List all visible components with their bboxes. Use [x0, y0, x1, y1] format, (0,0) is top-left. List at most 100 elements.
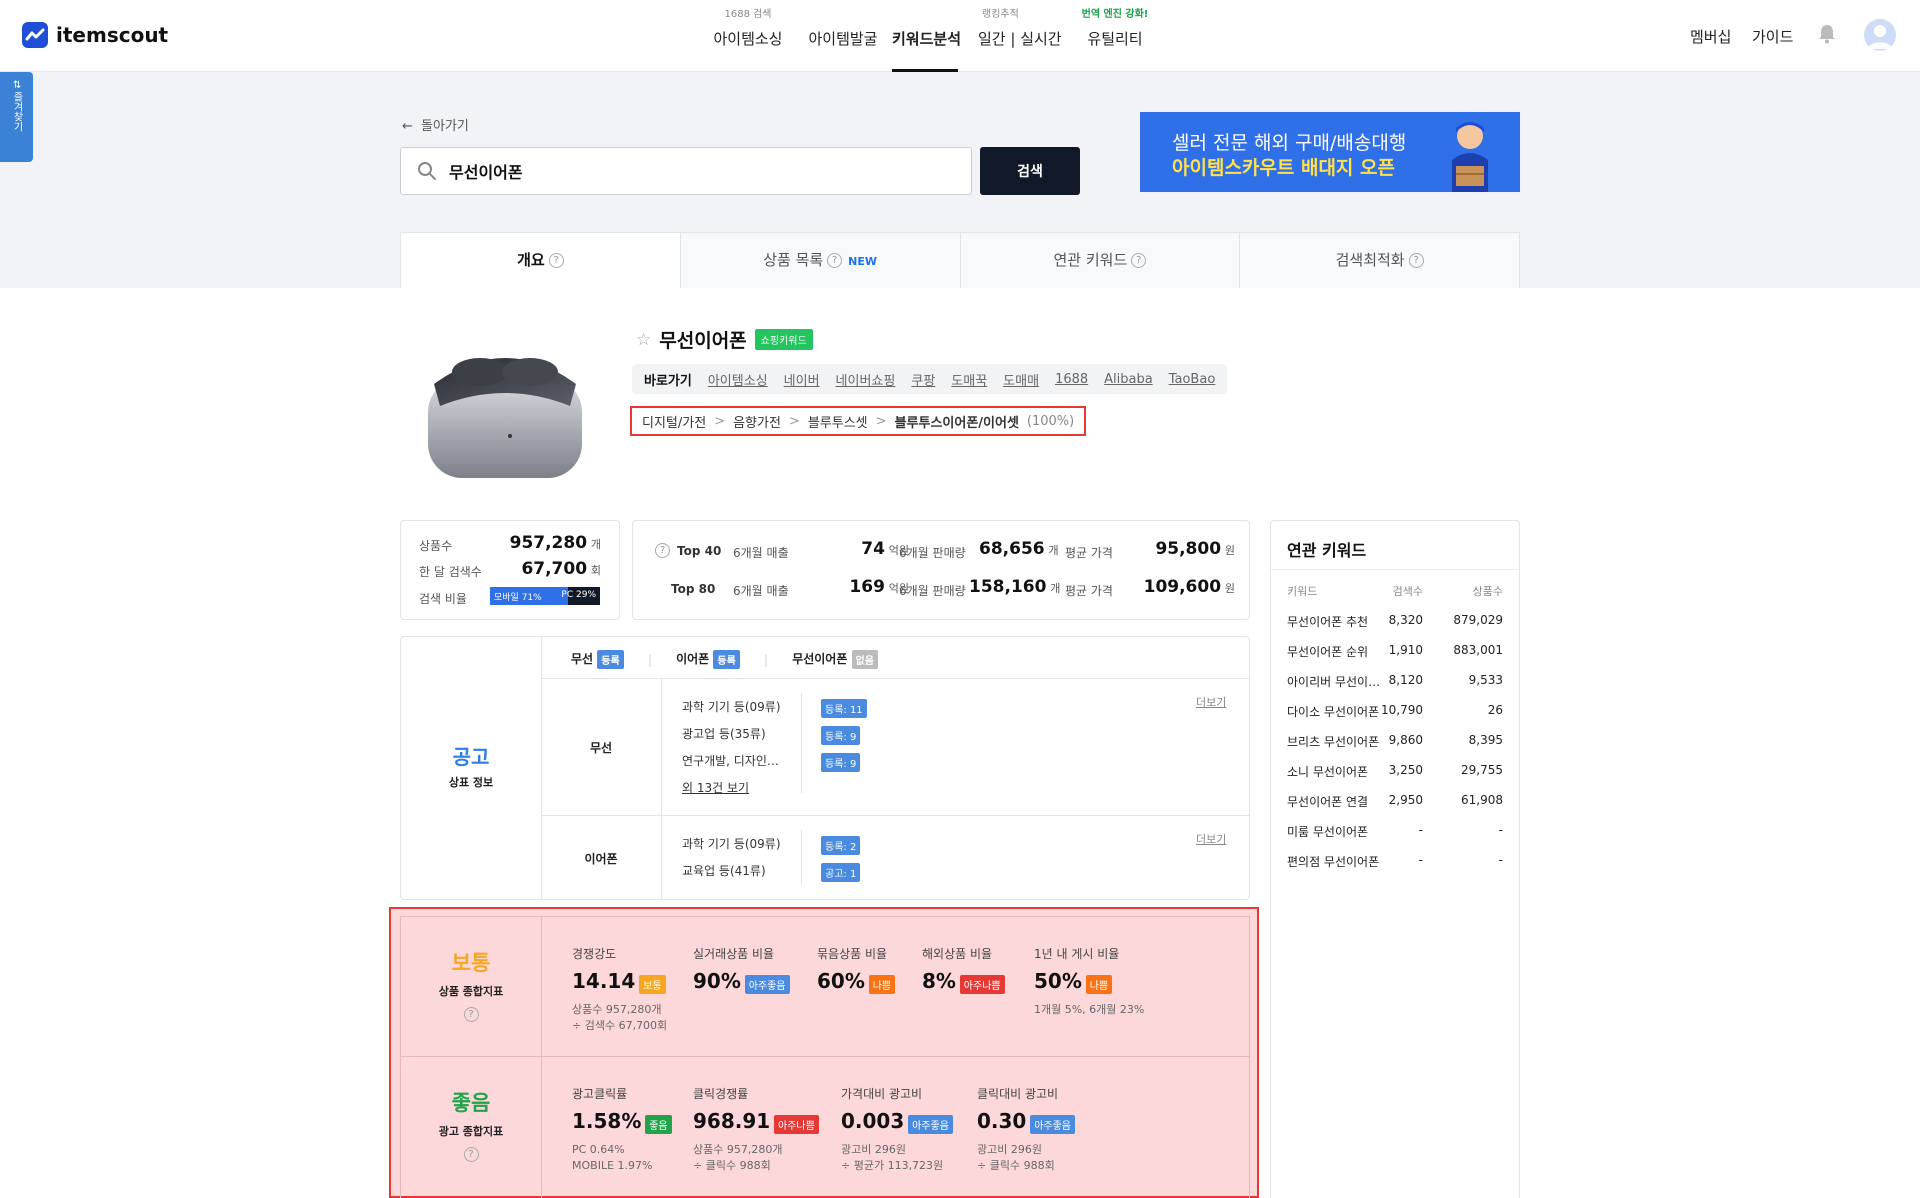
product-index-title: 상품 종합지표 [438, 985, 504, 998]
related-keyword: 미룸 무선이어폰 [1287, 825, 1369, 839]
banner-line1: 셀러 전문 해외 구매/배송대행 [1172, 132, 1407, 154]
divider: | [763, 652, 769, 667]
back-link[interactable]: ← 돌아가기 [402, 115, 469, 134]
nav-sub-label [802, 8, 884, 22]
help-icon[interactable]: ? [1131, 253, 1147, 268]
class-name: 광고업 등(35류) [682, 727, 766, 741]
related-search: 1,910 [1388, 643, 1423, 657]
favorites-tab[interactable]: ⇄ 즐겨찾기 [0, 72, 33, 162]
category-level-2[interactable]: 음향가전 [733, 412, 781, 431]
count-tag: 등록: 11 [821, 699, 867, 718]
metric-click-adcost: 클릭대비 광고비 0.30 아주좋음 광고비 296원 ÷ 클릭수 988회 [977, 1085, 1075, 1174]
nav-label: 아이템소싱 [713, 30, 783, 48]
nav-item-utility[interactable]: 번역 엔진 강화! 유틸리티 [1080, 8, 1150, 72]
nav-item-sourcing[interactable]: 1688 검색 아이템소싱 [708, 8, 788, 72]
trademark-word[interactable]: 무선이어폰 없음 [792, 650, 878, 669]
monthly-search-label: 한 달 검색수 [419, 565, 482, 579]
revenue-label: 6개월 매출 [733, 546, 789, 560]
shortcut-naver[interactable]: 네이버 [784, 370, 820, 389]
search-input[interactable] [449, 160, 949, 182]
trademark-word[interactable]: 무선 등록 [571, 650, 624, 669]
search-button[interactable]: 검색 [980, 147, 1080, 195]
view-more-link[interactable]: 외 13건 보기 [682, 779, 749, 796]
ad-banner[interactable]: 셀러 전문 해외 구매/배송대행 아이템스카우트 배대지 오픈 [1140, 112, 1520, 192]
category-level-1[interactable]: 디지털/가전 [642, 412, 706, 431]
pc-ratio-label: PC 29% [561, 590, 596, 600]
shortcut-taobao[interactable]: TaoBao [1169, 372, 1216, 387]
nav-item-ranking[interactable]: 랭킹추적 일간 | 실시간 [978, 8, 1062, 72]
revenue-label: 6개월 매출 [733, 584, 789, 598]
shortcut-naver-shopping[interactable]: 네이버쇼핑 [836, 370, 896, 389]
help-icon[interactable]: ? [463, 1007, 479, 1022]
logo[interactable]: itemscout [22, 22, 168, 48]
shortcut-domeme[interactable]: 도매매 [1003, 370, 1039, 389]
tab-related-keywords[interactable]: 연관 키워드? [960, 233, 1241, 288]
bell-icon[interactable] [1818, 24, 1836, 44]
top80-label: Top 80 [671, 582, 716, 596]
category-level-4[interactable]: 블루투스이어폰/이어셋 [895, 412, 1019, 431]
products-value: 957,280 [509, 533, 588, 553]
tab-overview[interactable]: 개요? [401, 233, 681, 288]
shortcut-domeggook[interactable]: 도매꾹 [951, 370, 987, 389]
shortcut-coupang[interactable]: 쿠팡 [911, 370, 935, 389]
product-grade: 보통 [451, 951, 491, 975]
tab-label: 연관 키워드 [1053, 251, 1128, 269]
nav-sub-label: 번역 엔진 강화! [1081, 9, 1149, 20]
tab-product-list[interactable]: 상품 목록? NEW [680, 233, 961, 288]
related-keyword: 브리츠 무선이어폰 [1287, 735, 1380, 749]
sales-group: 158,160 개 [969, 577, 1060, 597]
category-separator: > [788, 413, 800, 429]
guide-link[interactable]: 가이드 [1752, 26, 1793, 47]
tab-seo[interactable]: 검색최적화? [1240, 233, 1519, 288]
banner-line2: 아이템스카우트 배대지 오픈 [1172, 157, 1395, 179]
nav-item-discovery[interactable]: 아이템발굴 [802, 8, 884, 72]
star-icon[interactable]: ☆ [636, 330, 651, 350]
top80-revenue: 169 [849, 577, 885, 597]
more-link[interactable]: 더보기 [1196, 694, 1226, 710]
col-keyword: 키워드 [1287, 585, 1318, 598]
registered-tag: 등록 [597, 650, 624, 669]
count-tag: 등록: 9 [821, 753, 861, 772]
price-unit: 원 [1224, 544, 1235, 557]
more-link[interactable]: 더보기 [1196, 831, 1226, 847]
monthly-search-unit: 회 [590, 564, 601, 577]
category-level-3[interactable]: 블루투스셋 [808, 412, 868, 431]
shortcut-itemsourcing[interactable]: 아이템소싱 [708, 370, 768, 389]
related-products: 61,908 [1461, 793, 1503, 807]
metric-label: 묶음상품 비율 [817, 947, 888, 961]
related-keyword: 아이리버 무선이… [1287, 675, 1381, 689]
shortcut-1688[interactable]: 1688 [1055, 372, 1088, 387]
membership-link[interactable]: 멤버십 [1690, 26, 1731, 47]
revenue-group: 74 억원 [829, 539, 909, 559]
price-label: 평균 가격 [1065, 584, 1113, 598]
divider [541, 917, 542, 1198]
metric-grade-tag: 좋음 [645, 1115, 672, 1134]
sales-unit: 개 [1050, 582, 1061, 595]
divider: | [647, 652, 653, 667]
help-icon[interactable]: ? [548, 253, 564, 268]
metric-value: 1.58% [572, 1109, 642, 1133]
help-icon[interactable]: ? [463, 1147, 479, 1162]
count-tag: 공고: 1 [821, 863, 861, 882]
top40-sales: 68,656 [979, 539, 1045, 559]
count-tag: 등록: 2 [821, 836, 861, 855]
metric-label: 실거래상품 비율 [693, 947, 775, 961]
related-products: 883,001 [1453, 643, 1503, 657]
class-name: 교육업 등(41류) [682, 864, 766, 878]
help-icon[interactable]: ? [655, 543, 670, 558]
related-keyword: 무선이어폰 순위 [1287, 645, 1369, 659]
help-icon[interactable]: ? [1408, 253, 1424, 268]
trademark-word[interactable]: 이어폰 등록 [676, 650, 740, 669]
nav-label: 유틸리티 [1087, 30, 1143, 48]
metric-grade-tag: 아주나쁨 [959, 975, 1005, 994]
metric-value: 8% [922, 969, 956, 993]
avatar[interactable] [1864, 19, 1896, 51]
category-separator: > [714, 413, 726, 429]
nav-item-keyword-analysis[interactable]: 키워드분석 [892, 8, 961, 72]
shortcut-alibaba[interactable]: Alibaba [1104, 372, 1153, 387]
group-word: 무선 [589, 741, 613, 755]
tab-bar: 개요? 상품 목록? NEW 연관 키워드? 검색최적화? [400, 232, 1520, 288]
metric-click-competition: 클릭경쟁률 968.91 아주나쁨 상품수 957,280개 ÷ 클릭수 988… [693, 1085, 819, 1174]
trademark-grade: 공고 상표 정보 [401, 741, 541, 790]
help-icon[interactable]: ? [827, 253, 843, 268]
